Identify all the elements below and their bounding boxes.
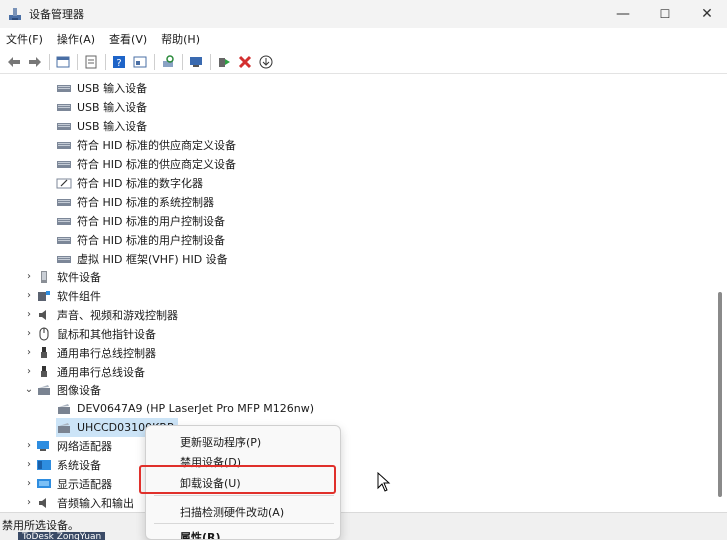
tree-category-usb-devices[interactable]: › 通用串行总线设备 <box>22 362 145 381</box>
tree-category-sound-video-game[interactable]: › 声音、视频和游戏控制器 <box>22 305 178 324</box>
speaker-icon <box>36 308 52 322</box>
chevron-right-icon[interactable]: › <box>22 290 36 301</box>
tree-category-network-adapters[interactable]: › 网络适配器 <box>22 436 112 455</box>
tree-category-usb-controllers[interactable]: › 通用串行总线控制器 <box>22 343 156 362</box>
vertical-scrollbar[interactable] <box>715 78 725 510</box>
update-driver-icon[interactable] <box>186 52 206 72</box>
scan-hardware-icon[interactable] <box>158 52 178 72</box>
menu-view[interactable]: 查看(V) <box>109 31 147 47</box>
display-adapter-icon <box>36 477 52 491</box>
usb-icon <box>36 365 52 379</box>
chevron-right-icon[interactable]: › <box>22 271 36 282</box>
taskbar-strip: ToDesk ZongYuan <box>18 532 106 540</box>
menu-bar: 文件(F) 操作(A) 查看(V) 帮助(H) <box>0 28 727 50</box>
mouse-cursor-icon <box>377 472 391 492</box>
toolbar-separator <box>154 53 155 70</box>
menu-action[interactable]: 操作(A) <box>57 31 95 47</box>
toolbar-separator <box>182 53 183 70</box>
chevron-right-icon[interactable]: › <box>22 366 36 377</box>
enable-icon[interactable] <box>214 52 234 72</box>
tree-item-hid-vendor[interactable]: 符合 HID 标准的供应商定义设备 <box>56 135 236 154</box>
hid-device-icon <box>56 138 72 152</box>
chevron-right-icon[interactable]: › <box>22 440 36 451</box>
tree-item-hid-user-control[interactable]: 符合 HID 标准的用户控制设备 <box>56 230 225 249</box>
hid-device-icon <box>56 195 72 209</box>
menu-update-driver[interactable]: 更新驱动程序(P) <box>180 434 261 450</box>
menu-properties[interactable]: 属性(R) <box>180 529 221 539</box>
hid-device-icon <box>56 214 72 228</box>
toolbar: ? <box>0 50 727 74</box>
tree-item-hid-vendor[interactable]: 符合 HID 标准的供应商定义设备 <box>56 154 236 173</box>
status-bar: 禁用所选设备。 ToDesk ZongYuan <box>0 512 727 540</box>
chevron-right-icon[interactable]: › <box>22 459 36 470</box>
tree-item-usb-input[interactable]: USB 输入设备 <box>56 78 147 97</box>
device-tree[interactable]: USB 输入设备 USB 输入设备 USB 输入设备 符合 HID 标准的供应商… <box>0 78 716 510</box>
chevron-right-icon[interactable]: › <box>22 347 36 358</box>
speaker-icon <box>36 496 52 510</box>
chevron-right-icon[interactable]: › <box>22 497 36 508</box>
usb-icon <box>36 346 52 360</box>
help-icon[interactable]: ? <box>109 52 129 72</box>
hid-device-icon <box>56 81 72 95</box>
back-icon[interactable] <box>4 52 24 72</box>
menu-separator <box>154 495 334 496</box>
toolbar-separator <box>210 53 211 70</box>
menu-file[interactable]: 文件(F) <box>6 31 43 47</box>
close-button[interactable]: ✕ <box>687 0 727 28</box>
hid-device-icon <box>56 119 72 133</box>
tree-item-hid-system-controller[interactable]: 符合 HID 标准的系统控制器 <box>56 192 214 211</box>
chevron-right-icon[interactable]: › <box>22 328 36 339</box>
software-device-icon <box>36 270 52 284</box>
tree-category-software-devices[interactable]: › 软件设备 <box>22 267 101 286</box>
window-title: 设备管理器 <box>29 8 84 21</box>
menu-help[interactable]: 帮助(H) <box>161 31 200 47</box>
tree-category-mice[interactable]: › 鼠标和其他指针设备 <box>22 324 156 343</box>
tree-category-display-adapters[interactable]: › 显示适配器 <box>22 474 112 493</box>
scrollbar-thumb[interactable] <box>718 292 722 497</box>
forward-icon[interactable] <box>25 52 45 72</box>
mouse-icon <box>36 327 52 341</box>
scanner-icon <box>56 402 72 416</box>
toolbar-separator <box>49 53 50 70</box>
tree-category-imaging-devices[interactable]: ⌄ 图像设备 <box>22 380 101 399</box>
hid-device-icon <box>56 252 72 266</box>
tree-item-usb-input[interactable]: USB 输入设备 <box>56 97 147 116</box>
menu-scan-hardware[interactable]: 扫描检测硬件改动(A) <box>180 504 284 520</box>
camera-icon <box>36 383 52 397</box>
tree-item-usb-input[interactable]: USB 输入设备 <box>56 116 147 135</box>
toolbar-separator <box>105 53 106 70</box>
digitizer-icon <box>56 176 72 190</box>
network-adapter-icon <box>36 439 52 453</box>
hid-device-icon <box>56 100 72 114</box>
software-component-icon <box>36 289 52 303</box>
hid-device-icon <box>56 157 72 171</box>
hid-device-icon <box>56 233 72 247</box>
chevron-down-icon[interactable]: ⌄ <box>22 384 36 395</box>
system-device-icon <box>36 458 52 472</box>
svg-text:?: ? <box>116 58 121 69</box>
show-hide-icon[interactable] <box>53 52 73 72</box>
chevron-right-icon[interactable]: › <box>22 309 36 320</box>
chevron-right-icon[interactable]: › <box>22 478 36 489</box>
uninstall-icon[interactable] <box>235 52 255 72</box>
tree-category-software-components[interactable]: › 软件组件 <box>22 286 101 305</box>
tree-item-hid-digitizer[interactable]: 符合 HID 标准的数字化器 <box>56 173 203 192</box>
toolbar-separator <box>77 53 78 70</box>
tree-item-virtual-hid[interactable]: 虚拟 HID 框架(VHF) HID 设备 <box>56 249 228 268</box>
device-manager-icon <box>9 8 21 20</box>
tree-category-audio-io[interactable]: › 音频输入和输出 <box>22 493 134 510</box>
minimize-button[interactable]: — <box>603 0 643 28</box>
maximize-button[interactable]: ☐ <box>645 0 685 28</box>
tree-item-hp-scanner[interactable]: DEV0647A9 (HP LaserJet Pro MFP M126nw) <box>56 399 314 418</box>
download-icon[interactable] <box>256 52 276 72</box>
properties-icon[interactable] <box>81 52 101 72</box>
tree-item-hid-user-control[interactable]: 符合 HID 标准的用户控制设备 <box>56 211 225 230</box>
view-icon[interactable] <box>130 52 150 72</box>
highlight-annotation <box>139 465 336 494</box>
menu-separator <box>154 523 334 524</box>
scanner-icon <box>56 421 72 435</box>
tree-category-system-devices[interactable]: › 系统设备 <box>22 455 101 474</box>
status-text: 禁用所选设备。 <box>2 519 79 532</box>
